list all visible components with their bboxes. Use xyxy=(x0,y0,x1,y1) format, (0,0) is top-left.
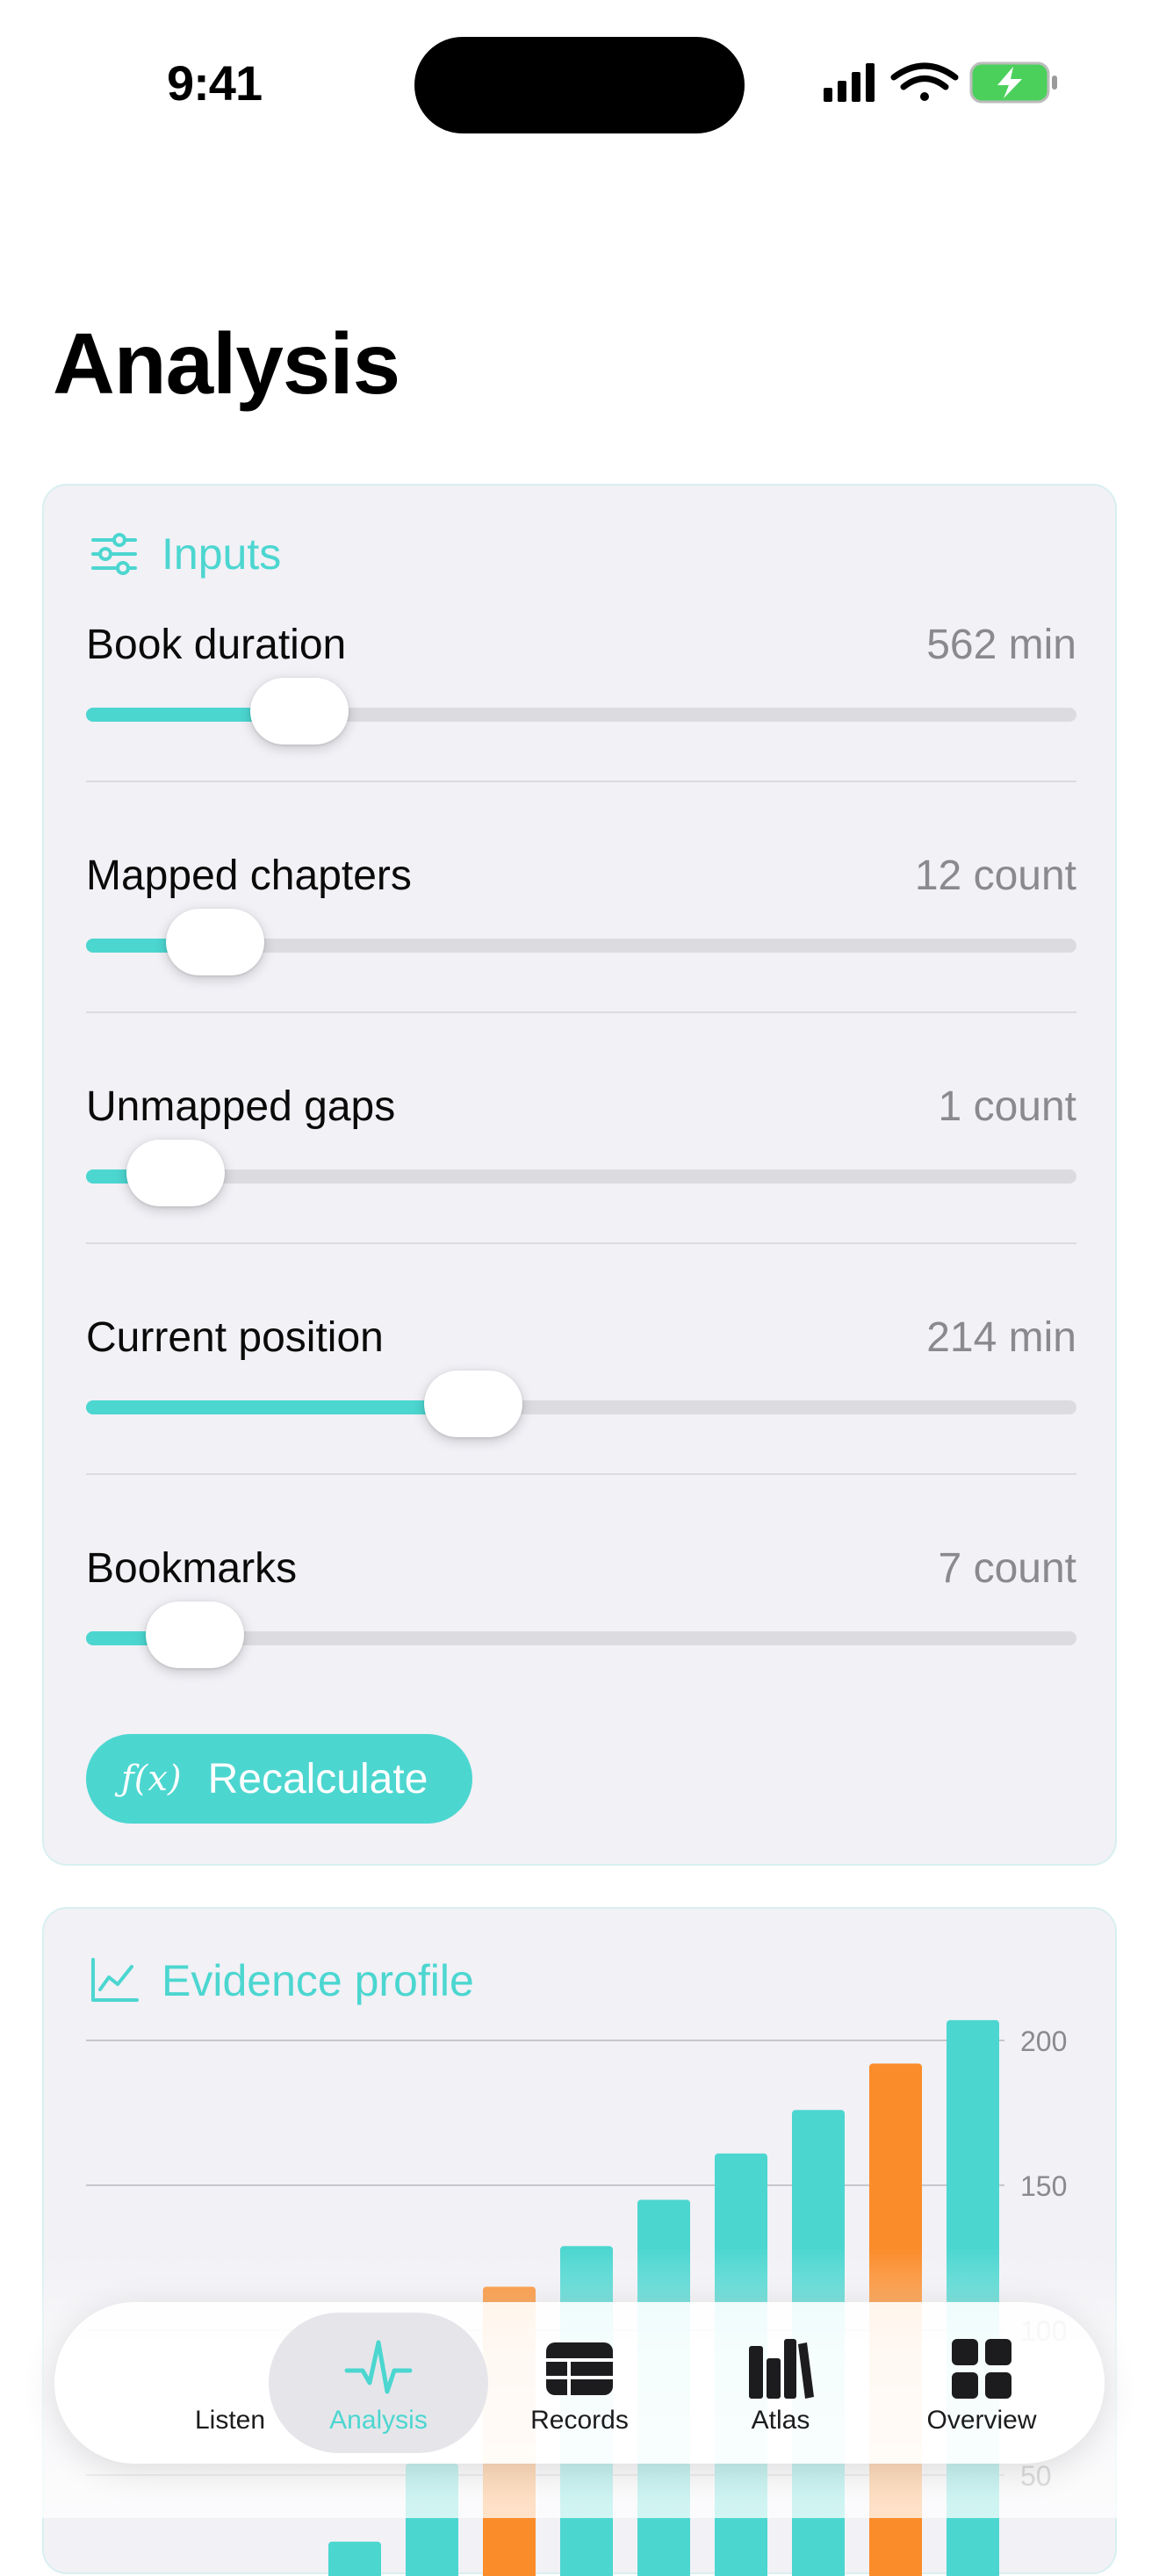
slider-label: Book duration xyxy=(86,621,346,669)
table-icon xyxy=(544,2334,615,2404)
sliders-icon xyxy=(88,528,140,580)
recalculate-button[interactable]: ƒ(x) Recalculate xyxy=(86,1734,472,1824)
chart-bar xyxy=(328,2542,381,2576)
slider-label: Bookmarks xyxy=(86,1544,297,1593)
slider-row: Mapped chapters 12 count xyxy=(86,852,1076,1082)
tab-records[interactable]: Records xyxy=(492,2302,667,2464)
tab-label: Overview xyxy=(894,2406,1069,2436)
slider-row: Unmapped gaps 1 count xyxy=(86,1083,1076,1313)
books-icon xyxy=(745,2334,816,2404)
page-title: Analysis xyxy=(53,314,400,414)
y-tick-label: 150 xyxy=(1020,2170,1067,2202)
status-time: 9:41 xyxy=(167,54,262,112)
slider-value: 562 min xyxy=(926,621,1076,669)
tab-label: Records xyxy=(492,2406,667,2436)
slider-row: Current position 214 min xyxy=(86,1313,1076,1543)
tab-label: Atlas xyxy=(693,2406,868,2436)
tab-analysis[interactable]: Analysis xyxy=(291,2302,466,2464)
tab-label: Analysis xyxy=(291,2406,466,2436)
slider-label: Mapped chapters xyxy=(86,852,412,900)
slider-track[interactable] xyxy=(86,1169,1076,1184)
slider-value: 7 count xyxy=(939,1544,1076,1593)
tab-bar: Listen Analysis Records Atlas xyxy=(54,2302,1105,2464)
slider-value: 1 count xyxy=(939,1083,1076,1131)
inputs-title: Inputs xyxy=(162,529,281,579)
slider-fill xyxy=(86,1400,473,1414)
waveform-pulse-icon xyxy=(343,2334,414,2404)
slider-track[interactable] xyxy=(86,708,1076,722)
grid-icon xyxy=(947,2334,1017,2404)
status-icons xyxy=(817,58,1062,111)
slider-track[interactable] xyxy=(86,1400,1076,1414)
slider-thumb[interactable] xyxy=(424,1371,522,1437)
row-divider xyxy=(86,1011,1076,1013)
slider-track[interactable] xyxy=(86,1631,1076,1645)
chart-bar xyxy=(406,2464,458,2576)
slider-track[interactable] xyxy=(86,939,1076,953)
slider-thumb[interactable] xyxy=(146,1601,244,1668)
row-divider xyxy=(86,1242,1076,1244)
y-tick-label: 200 xyxy=(1020,2026,1067,2057)
cellular-signal-icon xyxy=(824,63,875,102)
y-tick-label: 50 xyxy=(1020,2460,1052,2492)
headphones-icon xyxy=(195,2334,265,2404)
slider-thumb[interactable] xyxy=(126,1140,225,1206)
recalculate-label: Recalculate xyxy=(208,1755,428,1803)
wifi-icon xyxy=(894,66,955,101)
status-bar: 9:41 xyxy=(0,0,1159,167)
row-divider xyxy=(86,781,1076,782)
row-divider xyxy=(86,1473,1076,1475)
battery-charging-icon xyxy=(971,63,1057,102)
chart-bar xyxy=(947,2020,999,2576)
function-icon: ƒ(x) xyxy=(121,1759,182,1799)
slider-label: Current position xyxy=(86,1313,384,1362)
inputs-header: Inputs xyxy=(88,528,281,580)
dynamic-island xyxy=(414,37,745,133)
tab-atlas[interactable]: Atlas xyxy=(693,2302,868,2464)
tab-overview[interactable]: Overview xyxy=(894,2302,1069,2464)
slider-value: 12 count xyxy=(915,852,1076,900)
evidence-chart: 20015010050 xyxy=(44,1909,1119,2576)
evidence-profile-card: Evidence profile 20015010050 xyxy=(42,1907,1117,2574)
slider-value: 214 min xyxy=(926,1313,1076,1362)
slider-label: Unmapped gaps xyxy=(86,1083,395,1131)
slider-thumb[interactable] xyxy=(250,678,349,745)
inputs-card: Inputs Book duration 562 min Mapped chapte… xyxy=(42,484,1117,1866)
slider-thumb[interactable] xyxy=(166,909,264,975)
slider-row: Book duration 562 min xyxy=(86,621,1076,851)
